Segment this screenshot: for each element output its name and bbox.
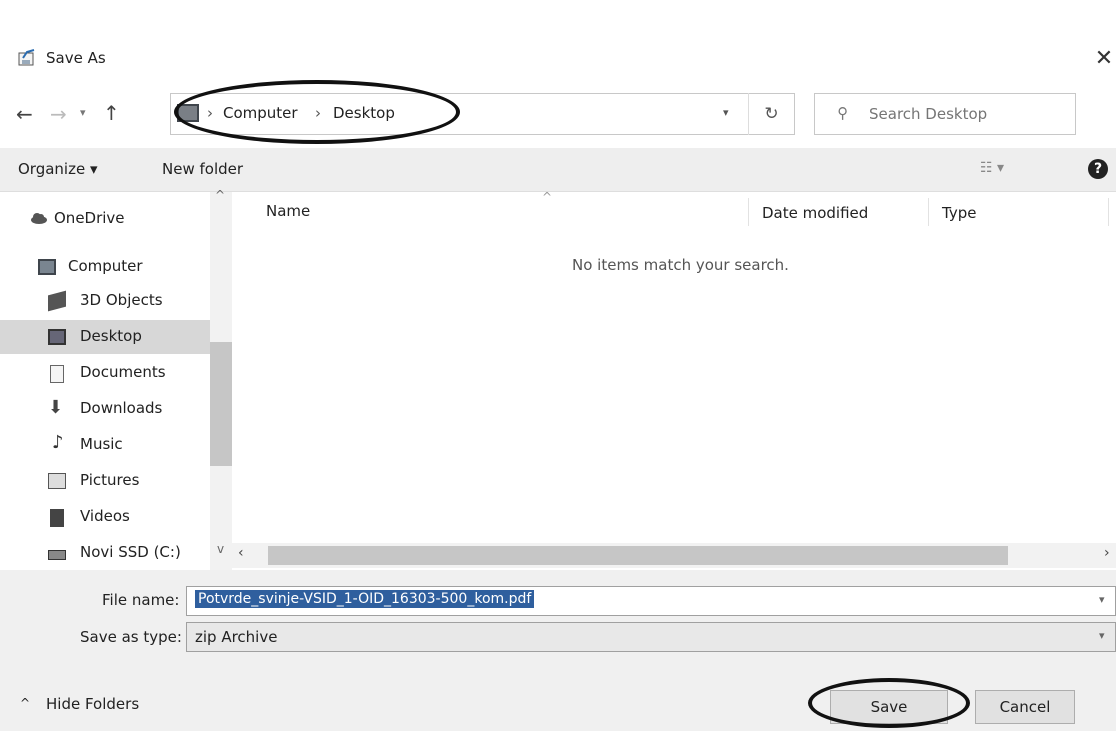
column-divider[interactable] [1108, 198, 1109, 226]
sidebar-scrollbar[interactable]: ^ v [210, 188, 232, 570]
help-icon[interactable]: ? [1088, 159, 1108, 179]
sidebar-item-pictures[interactable]: Pictures [0, 464, 210, 498]
document-icon [50, 365, 64, 383]
desktop-icon [48, 329, 66, 345]
view-options-icon[interactable]: ☷ ▾ [980, 160, 1004, 176]
file-list[interactable]: ^ Name Date modified Type No items match… [232, 190, 1116, 548]
computer-icon [38, 259, 56, 275]
chevron-down-icon[interactable]: ▾ [723, 106, 729, 119]
chevron-down-icon[interactable]: ▾ [1099, 593, 1105, 606]
sidebar-item-label: Pictures [80, 471, 140, 489]
scroll-down-icon[interactable]: v [217, 542, 224, 556]
toolbar: Organize ▾ New folder ☷ ▾ ? [0, 148, 1116, 192]
sidebar-item-label: Computer [68, 257, 143, 275]
close-button[interactable]: ✕ [1092, 47, 1116, 71]
horizontal-scrollbar[interactable]: ‹ › [232, 543, 1116, 568]
drive-icon [48, 550, 66, 560]
hide-folders-button[interactable]: Hide Folders [46, 695, 139, 713]
sidebar-item-music[interactable]: ♪ Music [0, 428, 210, 462]
sidebar-item-3d-objects[interactable]: 3D Objects [0, 284, 210, 318]
search-box[interactable]: ⚲ [814, 93, 1076, 135]
breadcrumb-separator: › [207, 104, 213, 122]
cloud-icon [30, 211, 48, 227]
sidebar-item-computer[interactable]: Computer [0, 250, 210, 284]
sort-caret-icon: ^ [542, 190, 553, 204]
sidebar-item-novi-ssd[interactable]: Novi SSD (C:) [0, 536, 210, 570]
search-icon: ⚲ [837, 104, 848, 122]
sidebar-item-label: 3D Objects [80, 291, 163, 309]
sidebar-item-label: OneDrive [54, 209, 125, 227]
empty-message: No items match your search. [572, 256, 789, 274]
cancel-button[interactable]: Cancel [975, 690, 1075, 724]
download-icon: ⬇ [48, 397, 64, 418]
sidebar-item-label: Novi SSD (C:) [80, 543, 181, 561]
breadcrumb-desktop[interactable]: Desktop [333, 104, 395, 122]
column-divider[interactable] [748, 198, 749, 226]
file-name-label: File name: [102, 591, 180, 609]
sidebar-item-downloads[interactable]: ⬇ Downloads [0, 392, 210, 426]
sidebar-item-label: Downloads [80, 399, 163, 417]
sidebar-item-label: Documents [80, 363, 166, 381]
sidebar-item-onedrive[interactable]: OneDrive [0, 202, 210, 236]
window-title: Save As [46, 49, 106, 67]
organize-button[interactable]: Organize ▾ [18, 160, 98, 178]
column-header-date-modified[interactable]: Date modified [762, 204, 868, 222]
sidebar-item-desktop[interactable]: Desktop [0, 320, 210, 354]
sidebar-item-documents[interactable]: Documents [0, 356, 210, 390]
up-arrow-icon[interactable]: ↑ [103, 101, 120, 125]
navigation-pane: OneDrive Computer 3D Objects Desktop Doc… [0, 188, 232, 570]
sidebar-scroll-thumb[interactable] [210, 342, 232, 466]
scroll-left-icon[interactable]: ‹ [238, 545, 244, 561]
new-folder-button[interactable]: New folder [162, 160, 243, 178]
picture-icon [48, 473, 66, 489]
breadcrumb-separator: › [315, 104, 321, 122]
save-button[interactable]: Save [830, 690, 948, 724]
title-bar: Save As ✕ [0, 40, 1116, 80]
save-options: File name: Potvrde_svinje-VSID_1-OID_163… [0, 570, 1116, 674]
column-header-type[interactable]: Type [942, 204, 976, 222]
sidebar-item-label: Desktop [80, 327, 142, 345]
scroll-up-icon[interactable]: ^ [215, 188, 225, 202]
sidebar-item-videos[interactable]: Videos [0, 500, 210, 534]
sidebar-item-label: Videos [80, 507, 130, 525]
chevron-down-icon[interactable]: ▾ [1099, 629, 1105, 642]
refresh-icon[interactable]: ↻ [748, 93, 794, 135]
file-name-field[interactable]: Potvrde_svinje-VSID_1-OID_16303-500_kom.… [186, 586, 1116, 616]
save-as-type-select[interactable]: zip Archive ▾ [186, 622, 1116, 652]
scroll-right-icon[interactable]: › [1104, 545, 1110, 561]
breadcrumb-computer[interactable]: Computer [223, 104, 298, 122]
save-as-icon [18, 48, 38, 68]
dialog-footer: ^ Hide Folders Save Cancel [0, 674, 1116, 731]
forward-arrow-icon[interactable]: → [50, 102, 67, 126]
save-as-type-value: zip Archive [195, 628, 278, 646]
file-name-input[interactable]: Potvrde_svinje-VSID_1-OID_16303-500_kom.… [195, 590, 535, 608]
sidebar-item-label: Music [80, 435, 123, 453]
cube-icon [48, 290, 66, 312]
column-divider[interactable] [928, 198, 929, 226]
address-bar[interactable]: › Computer › Desktop ▾ [170, 93, 795, 135]
column-header-name[interactable]: Name [266, 202, 310, 220]
music-note-icon: ♪ [52, 432, 64, 453]
computer-icon [177, 104, 199, 122]
save-as-type-label: Save as type: [80, 628, 182, 646]
back-arrow-icon[interactable]: ← [16, 102, 33, 126]
video-icon [50, 509, 64, 527]
horizontal-scroll-thumb[interactable] [268, 546, 1008, 565]
chevron-up-icon[interactable]: ^ [20, 696, 30, 710]
search-input[interactable] [869, 102, 1069, 126]
recent-locations-chevron-icon[interactable]: ▾ [80, 106, 86, 119]
